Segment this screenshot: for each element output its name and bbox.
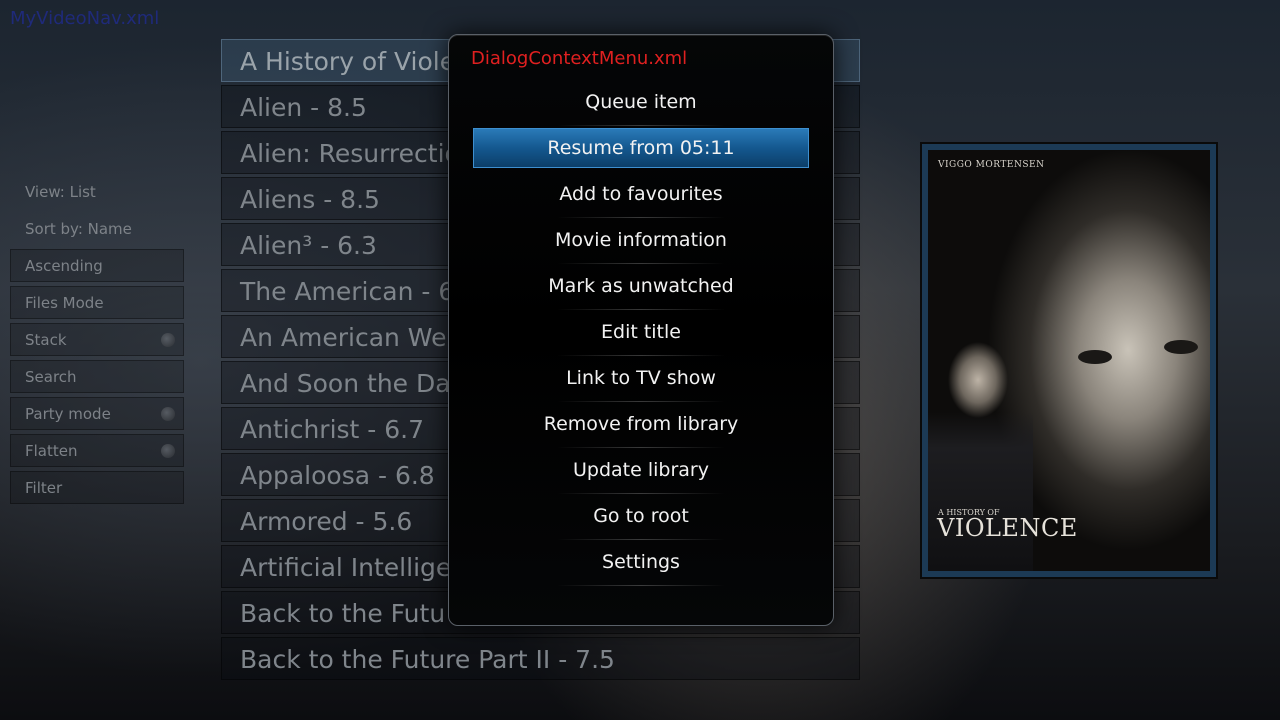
menu-item-remove-from-library[interactable]: Remove from library <box>473 404 809 448</box>
menu-item-edit-title[interactable]: Edit title <box>473 312 809 356</box>
sidebar-item-label: View: List <box>25 183 96 201</box>
menu-item-queue-item[interactable]: Queue item <box>473 82 809 126</box>
sidebar-item-stack[interactable]: Stack <box>10 323 184 356</box>
sidebar-item-search[interactable]: Search <box>10 360 184 393</box>
list-item[interactable]: Back to the Future Part II - 7.5 <box>221 637 860 680</box>
toggle-radio-icon <box>161 407 175 421</box>
sidebar-item-label: Party mode <box>25 405 111 423</box>
sidebar-item-label: Stack <box>25 331 67 349</box>
sidebar-item-sort-by-name[interactable]: Sort by: Name <box>10 212 184 245</box>
toggle-radio-icon <box>161 333 175 347</box>
sidebar-item-flatten[interactable]: Flatten <box>10 434 184 467</box>
sidebar-item-files-mode[interactable]: Files Mode <box>10 286 184 319</box>
media-center-screen: MyVideoNav.xml View: List Sort by: Name As… <box>0 0 1280 720</box>
poster-actor-name: VIGGO MORTENSEN <box>938 160 1045 170</box>
context-menu-dialog: DialogContextMenu.xml Queue item Resume f… <box>448 34 834 626</box>
window-title: MyVideoNav.xml <box>10 8 160 29</box>
sidebar-item-view-list[interactable]: View: List <box>10 175 184 208</box>
sidebar-item-label: Search <box>25 368 77 386</box>
poster-title: VIOLENCE <box>937 514 1078 542</box>
toggle-radio-icon <box>161 444 175 458</box>
sidebar-item-label: Ascending <box>25 257 103 275</box>
context-menu: Queue item Resume from 05:11 Add to favour… <box>473 82 809 588</box>
sidebar-item-party-mode[interactable]: Party mode <box>10 397 184 430</box>
sidebar-item-label: Files Mode <box>25 294 104 312</box>
menu-item-go-to-root[interactable]: Go to root <box>473 496 809 540</box>
dialog-title: DialogContextMenu.xml <box>471 48 688 69</box>
sidebar-item-filter[interactable]: Filter <box>10 471 184 504</box>
menu-item-settings[interactable]: Settings <box>473 542 809 586</box>
menu-item-movie-information[interactable]: Movie information <box>473 220 809 264</box>
menu-item-update-library[interactable]: Update library <box>473 450 809 494</box>
sidebar-item-ascending[interactable]: Ascending <box>10 249 184 282</box>
poster-image: VIGGO MORTENSEN A HISTORY OF VIOLENCE <box>928 150 1210 571</box>
sidebar-item-label: Flatten <box>25 442 78 460</box>
sidebar-options: View: List Sort by: Name Ascending Files Mo… <box>10 175 184 508</box>
movie-poster: VIGGO MORTENSEN A HISTORY OF VIOLENCE <box>920 142 1218 579</box>
menu-item-resume-from-05-11[interactable]: Resume from 05:11 <box>473 128 809 168</box>
menu-item-add-to-favourites[interactable]: Add to favourites <box>473 174 809 218</box>
menu-item-link-to-tv-show[interactable]: Link to TV show <box>473 358 809 402</box>
menu-item-mark-as-unwatched[interactable]: Mark as unwatched <box>473 266 809 310</box>
sidebar-item-label: Sort by: Name <box>25 220 132 238</box>
sidebar-item-label: Filter <box>25 479 63 497</box>
